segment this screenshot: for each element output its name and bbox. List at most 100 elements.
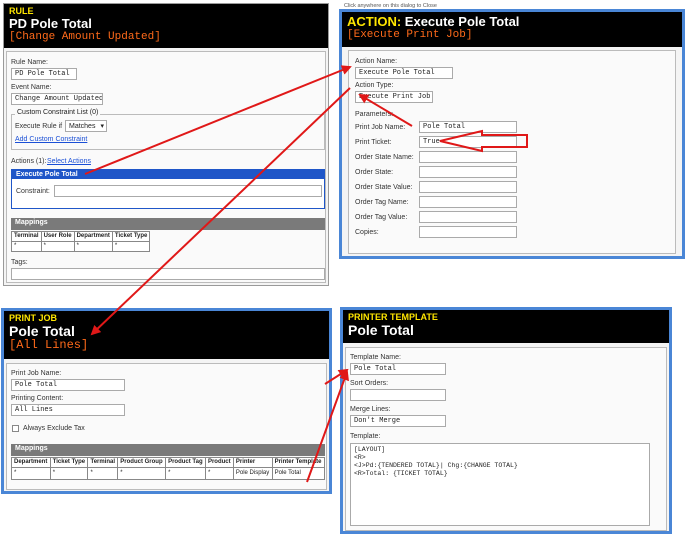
add-custom-constraint-link[interactable]: Add Custom Constraint [15, 136, 87, 143]
param-order-tag-value-label: Order Tag Value: [355, 214, 408, 221]
action-body: Action Name: Execute Pole Total Action T… [348, 50, 676, 254]
action-panel[interactable]: ACTION: Execute Pole Total [Execute Prin… [339, 9, 685, 259]
action-type-input[interactable]: Execute Print Job [355, 91, 433, 103]
parameters-label: Parameters: [355, 111, 394, 118]
param-order-state-input[interactable] [419, 166, 517, 178]
template-textarea[interactable]: [LAYOUT] <R> <J>Pd:{TENDERED TOTAL}| Chg… [350, 443, 650, 526]
print-job-mappings-table: Department Ticket Type Terminal Product … [11, 457, 326, 480]
pj-col-printer: Printer [232, 457, 273, 468]
rule-mappings-title: Mappings [15, 219, 48, 226]
printer-template-title: Pole Total [348, 322, 414, 338]
chevron-down-icon: ▾ [100, 123, 104, 130]
pj-cell-product-tag[interactable]: * [165, 467, 206, 480]
pj-col-department: Department [11, 457, 51, 468]
action-header: ACTION: Execute Pole Total [Execute Prin… [342, 12, 682, 47]
custom-constraint-group [11, 114, 325, 150]
rule-mappings-bar: Mappings [11, 218, 325, 230]
param-order-state-name-input[interactable] [419, 151, 517, 163]
param-order-tag-value-input[interactable] [419, 211, 517, 223]
action-item-bar[interactable]: Execute Pole Total [12, 170, 324, 179]
pj-cell-terminal[interactable]: * [87, 467, 119, 480]
param-print-ticket-input[interactable]: True [419, 136, 517, 148]
rule-tag: RULE [9, 6, 34, 16]
rule-cell-department[interactable]: * [73, 241, 113, 252]
action-type-label: Action Type: [355, 82, 394, 89]
rule-name-input[interactable]: PD Pole Total [11, 68, 77, 80]
print-job-header: PRINT JOB Pole Total [All Lines] [4, 311, 329, 359]
rule-header: RULE PD Pole Total [Change Amount Update… [4, 4, 328, 48]
pj-cell-printer-template[interactable]: Pole Total [271, 467, 326, 480]
exclude-tax-label: Always Exclude Tax [23, 425, 85, 432]
print-job-subtitle: [All Lines] [9, 338, 89, 352]
custom-constraint-list-label: Custom Constraint List (0) [15, 109, 101, 116]
execute-rule-if-label: Execute Rule if [15, 123, 63, 130]
pj-cell-product[interactable]: * [204, 467, 234, 480]
sort-orders-input[interactable] [350, 389, 446, 401]
print-job-tag: PRINT JOB [9, 313, 58, 323]
event-name-input[interactable]: Change Amount Updated [11, 93, 103, 105]
rule-col-ticket-type: Ticket Type [111, 231, 151, 242]
execute-rule-if-select[interactable]: Matches ▾ [65, 120, 107, 132]
merge-lines-input[interactable]: Don't Merge [350, 415, 446, 427]
printing-content-input[interactable]: All Lines [11, 404, 125, 416]
param-order-tag-name-input[interactable] [419, 196, 517, 208]
printer-template-header: PRINTER TEMPLATE Pole Total [343, 310, 669, 343]
rule-panel: RULE PD Pole Total [Change Amount Update… [3, 3, 329, 286]
printing-content-label: Printing Content: [11, 395, 64, 402]
action-title: Execute Pole Total [404, 14, 520, 29]
param-copies-input[interactable] [419, 226, 517, 238]
print-job-body: Print Job Name: Pole Total Printing Cont… [6, 363, 327, 490]
pj-cell-printer[interactable]: Pole Display [232, 467, 273, 480]
pj-cell-department[interactable]: * [11, 467, 51, 480]
rule-name-label: Rule Name: [11, 59, 48, 66]
param-print-job-name-label: Print Job Name: [355, 124, 406, 131]
constraint-input[interactable] [54, 185, 322, 197]
rule-mappings-table: Terminal User Role Department Ticket Typ… [11, 231, 151, 252]
action-item: Execute Pole Total Constraint: [11, 169, 325, 209]
constraint-label: Constraint: [16, 188, 50, 195]
exclude-tax-checkbox[interactable] [12, 425, 19, 432]
action-name-input[interactable]: Execute Pole Total [355, 67, 453, 79]
rule-cell-ticket-type[interactable]: * [111, 241, 151, 252]
param-print-job-name-input[interactable]: Pole Total [419, 121, 517, 133]
event-name-label: Event Name: [11, 84, 52, 91]
template-name-input[interactable]: Pole Total [350, 363, 446, 375]
pj-col-printer-template: Printer Template [271, 457, 326, 468]
pj-cell-ticket-type[interactable]: * [49, 467, 89, 480]
template-label: Template: [350, 433, 381, 440]
printer-template-tag: PRINTER TEMPLATE [348, 312, 438, 322]
printer-template-body: Template Name: Pole Total Sort Orders: M… [345, 347, 667, 531]
template-name-label: Template Name: [350, 354, 401, 361]
action-name-label: Action Name: [355, 58, 398, 65]
rule-col-department: Department [73, 231, 113, 242]
param-print-ticket-label: Print Ticket: [355, 139, 392, 146]
table-row[interactable]: * * * * [11, 241, 151, 252]
rule-col-user-role: User Role [40, 231, 75, 242]
print-job-mappings-title: Mappings [15, 445, 48, 452]
param-copies-label: Copies: [355, 229, 379, 236]
param-order-state-value-label: Order State Value: [355, 184, 413, 191]
rule-body: Rule Name: PD Pole Total Event Name: Cha… [6, 51, 326, 283]
tags-input[interactable] [11, 268, 325, 280]
rule-cell-user-role[interactable]: * [40, 241, 75, 252]
pj-cell-product-group[interactable]: * [117, 467, 167, 480]
pj-col-ticket-type: Ticket Type [49, 457, 89, 468]
rule-subtitle: [Change Amount Updated] [9, 31, 161, 43]
print-job-name-input[interactable]: Pole Total [11, 379, 125, 391]
rule-title: PD Pole Total [9, 16, 92, 31]
rule-cell-terminal[interactable]: * [11, 241, 42, 252]
action-tag: ACTION: [347, 14, 402, 29]
param-order-state-value-input[interactable] [419, 181, 517, 193]
select-actions-link[interactable]: Select Actions [47, 158, 91, 165]
param-order-state-label: Order State: [355, 169, 394, 176]
print-job-mappings-bar: Mappings [11, 444, 325, 456]
print-job-title: Pole Total [9, 323, 75, 339]
pj-col-product: Product [204, 457, 234, 468]
rule-col-terminal: Terminal [11, 231, 42, 242]
pj-col-terminal: Terminal [87, 457, 119, 468]
table-row[interactable]: * * * * * * Pole Display Pole Total [11, 467, 326, 480]
print-job-name-label: Print Job Name: [11, 370, 62, 377]
execute-rule-if-value: Matches [69, 123, 96, 130]
pj-col-product-tag: Product Tag [165, 457, 206, 468]
action-title-line: ACTION: Execute Pole Total [347, 14, 677, 29]
